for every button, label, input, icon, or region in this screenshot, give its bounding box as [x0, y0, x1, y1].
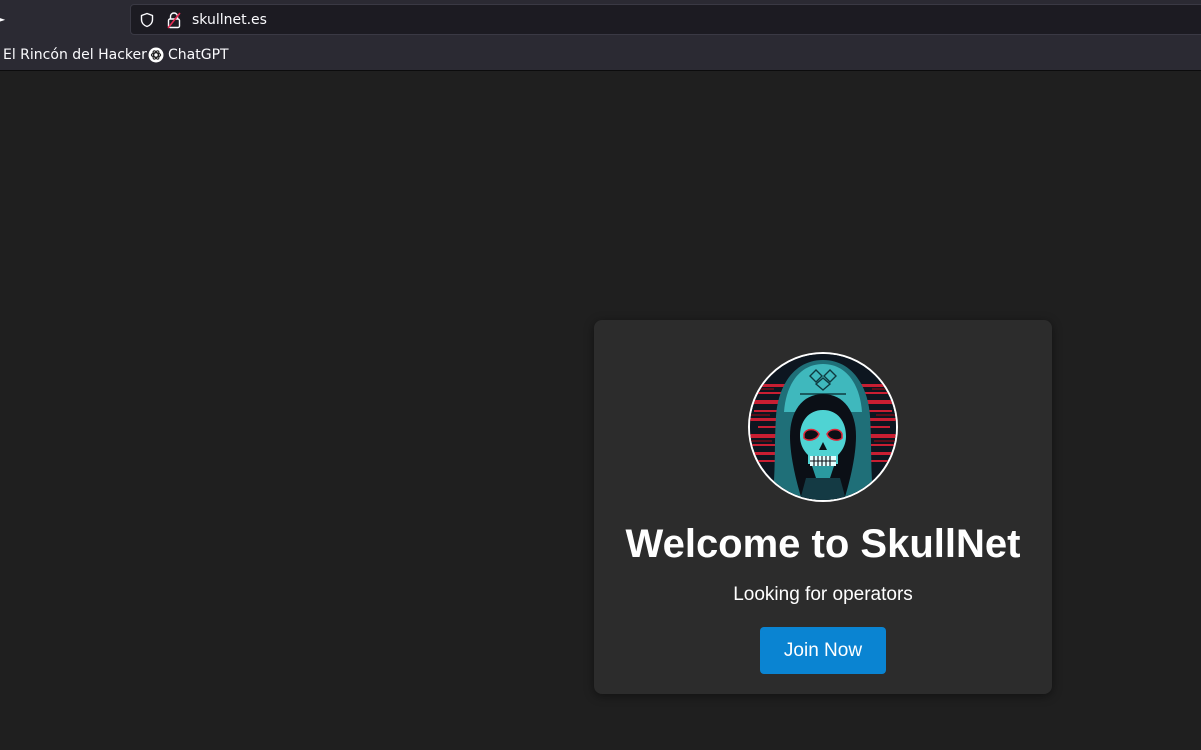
url-text[interactable]: skullnet.es: [192, 10, 267, 30]
bookmarks-toolbar: El Rincón del Hacker ChatGPT: [0, 39, 1201, 71]
join-now-button[interactable]: Join Now: [760, 627, 886, 674]
bookmark-label: ChatGPT: [168, 47, 229, 63]
bookmark-el-rincon-del-hacker[interactable]: El Rincón del Hacker: [3, 45, 147, 65]
browser-toolbar: ► skullnet.es: [0, 0, 1201, 39]
page-subtitle: Looking for operators: [733, 584, 913, 605]
shield-icon[interactable]: [139, 12, 155, 28]
welcome-card: Welcome to SkullNet Looking for operator…: [594, 320, 1052, 694]
lock-icon[interactable]: [166, 11, 182, 29]
skull-logo-icon: [750, 354, 896, 500]
hooded-skull-avatar: [748, 352, 898, 502]
page-title: Welcome to SkullNet: [625, 522, 1021, 566]
chatgpt-icon: [148, 47, 164, 63]
tab-edge-icon[interactable]: ►: [0, 12, 5, 26]
address-bar[interactable]: skullnet.es: [130, 4, 1201, 35]
page-body: Welcome to SkullNet Looking for operator…: [0, 72, 1201, 750]
